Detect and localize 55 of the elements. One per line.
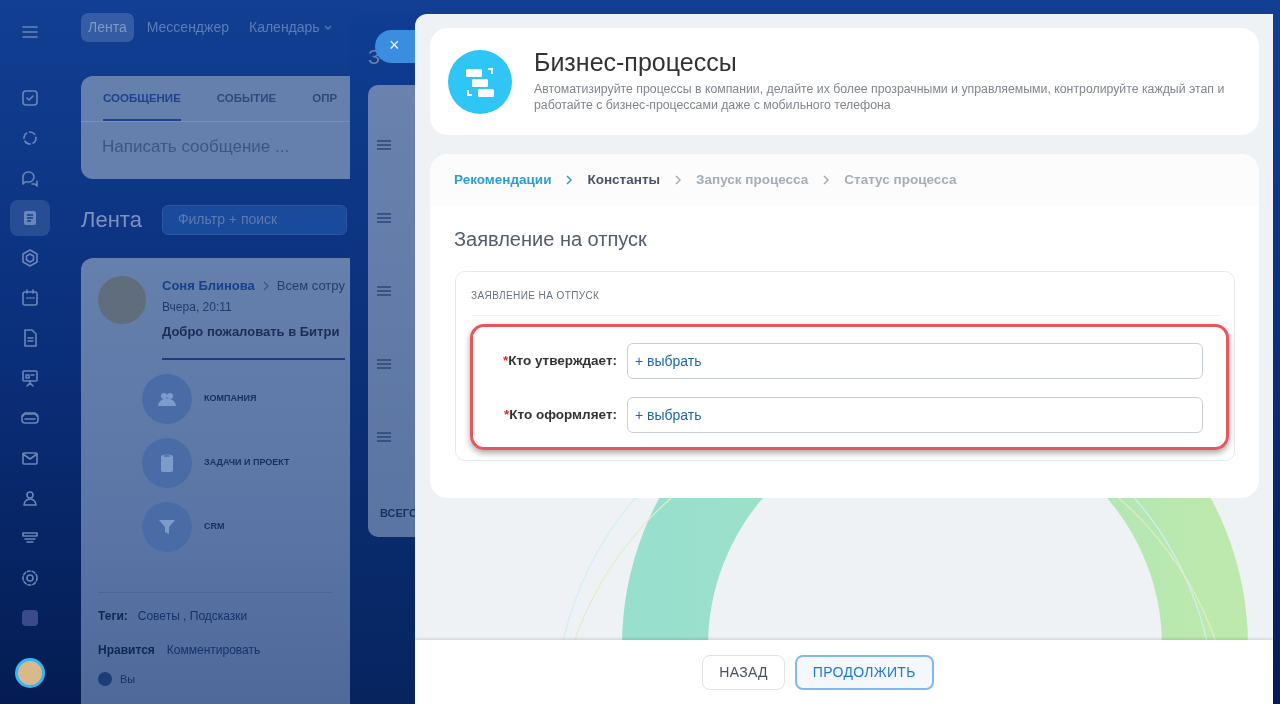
drag-handle-icon[interactable] [377,432,391,442]
nav-tab[interactable]: Мессенджер [139,12,236,42]
page-title: Лента [81,206,142,234]
liked-by-text: Вы [120,672,136,687]
back-button[interactable]: НАЗАД [702,654,785,690]
field-label: *Кто утверждает: [502,351,617,370]
user-avatar[interactable] [15,658,45,688]
sidebar-item[interactable] [10,200,50,236]
step-link[interactable]: Статус процесса [844,169,957,191]
square-icon [20,608,40,628]
recipient-text: Всем сотру [276,277,345,295]
author-link[interactable]: Соня Блинова [162,276,255,296]
chat-icon [20,168,40,188]
tags-text[interactable]: Советы , Подсказки [137,607,248,625]
checkbox-icon [20,88,40,108]
tags-label: Теги: [98,608,128,625]
drag-handle-icon[interactable] [377,140,391,150]
calendar-icon [20,288,40,308]
caret-icon [323,24,332,31]
post-title: Добро пожаловать в Битри [162,321,345,360]
step-link[interactable]: Рекомендации [454,169,552,191]
presentation-icon [20,368,40,388]
comment-link[interactable]: Комментировать [166,641,261,659]
drag-handle-icon[interactable] [377,359,391,369]
form-title: Заявление на отпуск [453,227,648,252]
nav-tab[interactable]: Календарь [242,12,339,42]
nav-tab[interactable]: Лента [81,12,134,42]
field-label: *Кто оформляет: [503,405,617,424]
chevron-right-icon [262,280,269,291]
post-time: Вчера, 20:11 [162,298,233,316]
composer-tab[interactable]: СООБЩЕНИЕ [103,89,181,121]
avatar-placeholder [98,276,146,324]
select-field[interactable]: + выбрать [627,397,1203,433]
select-field[interactable]: + выбрать [627,343,1203,379]
hexagon-icon [20,248,40,268]
like-link[interactable]: Нравится [98,641,155,659]
chevron-right-icon [822,175,831,185]
composer-tab[interactable]: ОПР [312,89,338,121]
section-title: ЗАЯВЛЕНИЕ НА ОТПУСК [471,288,1219,316]
process-icon [448,49,512,114]
drag-handle-icon[interactable] [377,286,391,296]
step-label: ЗАДАЧИ И ПРОЕКТ [204,456,290,470]
description-text: Автоматизируйте процессы в компании, делайте их более прозрачными и управляемыми, контролируйте каждый этап и работайте с бизнес-процессами даже с мобильного телефона [534,82,1226,115]
continue-button[interactable]: ПРОДОЛЖИТЬ [794,654,934,690]
step-link[interactable]: Константы [587,169,660,191]
step-link[interactable]: Запуск процесса [696,169,809,191]
filter-search-field[interactable]: Фильтр + поиск [161,204,347,235]
circle-dots-icon [20,128,40,148]
step-label: CRM [204,520,225,534]
composer-tab[interactable]: СОБЫТИЕ [216,89,277,121]
page-title: Бизнес-процессы [534,48,738,77]
step-label: КОМПАНИЯ [204,392,257,406]
drag-handle-icon[interactable] [377,213,391,223]
chevron-right-icon [674,175,682,185]
chevron-right-icon [565,175,574,185]
